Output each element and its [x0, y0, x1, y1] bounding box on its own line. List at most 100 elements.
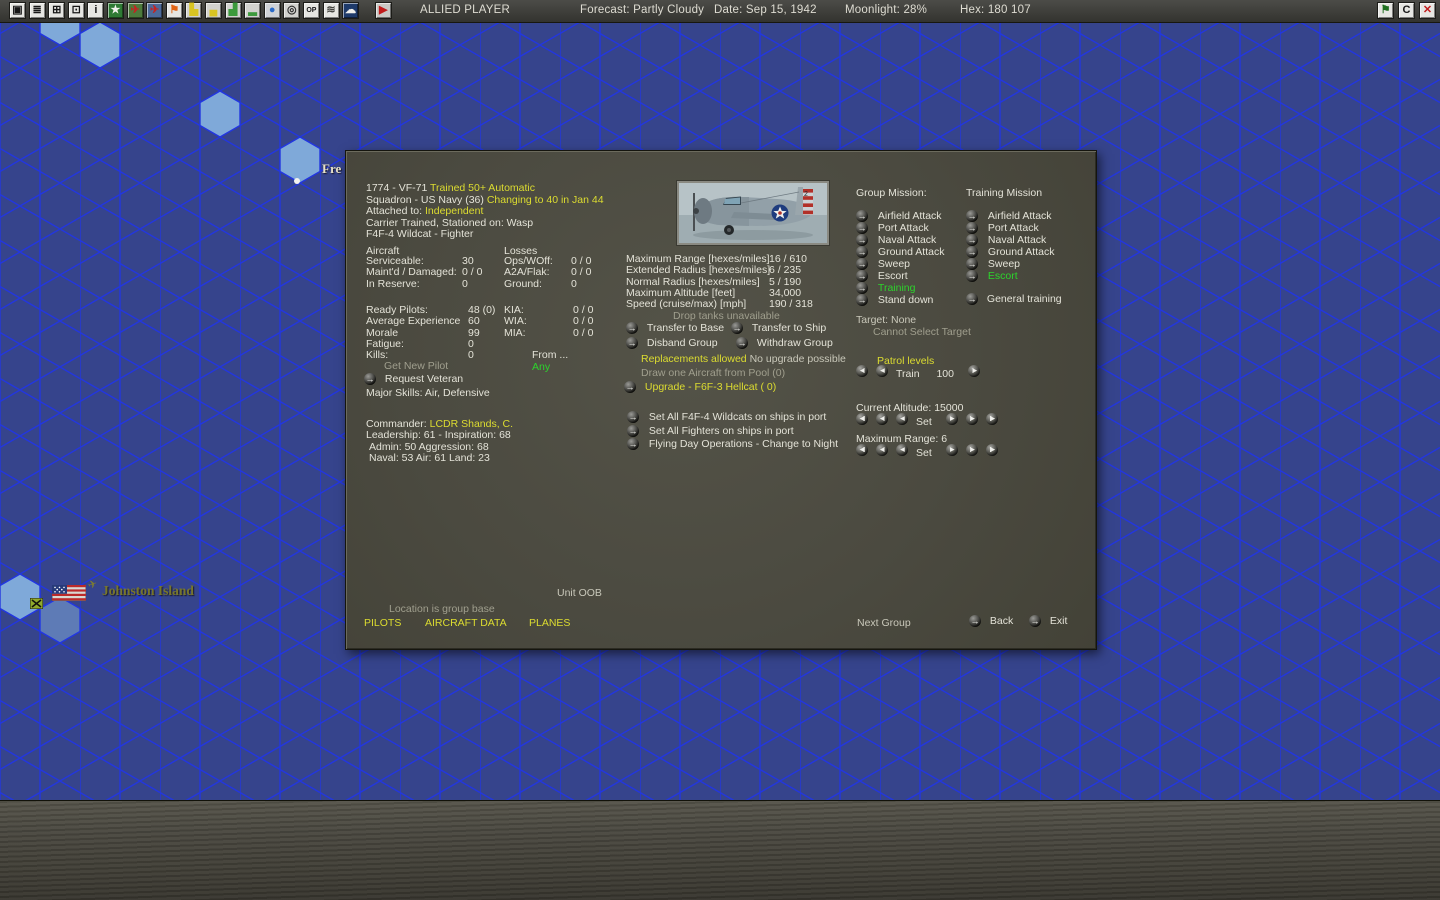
arrow-icon[interactable]: → — [856, 282, 868, 294]
group-mission-airfield-attack-label[interactable]: Airfield Attack — [878, 210, 942, 222]
arrow-icon[interactable]: → — [966, 222, 978, 234]
arrow-icon[interactable]: → — [627, 411, 639, 423]
exit-button[interactable]: → Exit — [1029, 615, 1067, 627]
group-mission-training[interactable]: → Training — [856, 282, 944, 294]
arrow-icon[interactable]: → — [966, 270, 978, 282]
action-set-all-fighters-on-ships-in-port[interactable]: → Set All Fighters on ships in port — [627, 424, 838, 439]
arrow-icon[interactable]: → — [966, 293, 978, 305]
transfer-to-base-label[interactable]: Transfer to Base — [647, 322, 724, 334]
submarine-icon[interactable]: ▄ — [204, 2, 222, 19]
signal-flag-icon[interactable]: ⚑ — [1377, 2, 1394, 19]
arrow-icon[interactable]: → — [966, 258, 978, 270]
training-mission-naval-attack[interactable]: → Naval Attack — [966, 234, 1054, 246]
back-label[interactable]: Back — [990, 615, 1013, 627]
group-mission-sweep[interactable]: → Sweep — [856, 258, 944, 270]
group-mission-naval-attack[interactable]: → Naval Attack — [856, 234, 944, 246]
group-mission-port-attack[interactable]: → Port Attack — [856, 222, 944, 234]
altitude-decrease-button[interactable]: ◀ — [896, 413, 908, 425]
arrow-icon[interactable]: → — [966, 246, 978, 258]
withdraw-group-button[interactable]: → Withdraw Group — [736, 337, 833, 349]
general-training-button[interactable]: → General training — [966, 293, 1062, 305]
group-mission-ground-attack-label[interactable]: Ground Attack — [878, 246, 945, 258]
tab-aircraft-data[interactable]: AIRCRAFT DATA — [425, 617, 507, 629]
world-zoom-icon[interactable]: ◎ — [283, 2, 301, 19]
training-mission-port-attack-label[interactable]: Port Attack — [988, 222, 1039, 234]
training-mission-sweep-label[interactable]: Sweep — [988, 258, 1020, 270]
action-label[interactable]: Flying Day Operations - Change to Night — [649, 438, 838, 450]
arrow-icon[interactable]: → — [966, 234, 978, 246]
zoom-in-icon[interactable]: ⊞ — [48, 2, 66, 19]
end-turn-icon[interactable]: ▶ — [374, 2, 392, 19]
quit-icon[interactable]: ✕ — [1419, 2, 1436, 19]
general-training-label[interactable]: General training — [987, 293, 1062, 305]
action-flying-day-operations-change-to-night[interactable]: → Flying Day Operations - Change to Nigh… — [627, 438, 838, 452]
commander-name[interactable]: LCDR Shands, C. — [430, 418, 513, 430]
action-label[interactable]: Set All Fighters on ships in port — [649, 425, 794, 437]
group-mission-ground-attack[interactable]: → Ground Attack — [856, 246, 944, 258]
info-icon[interactable]: i — [87, 2, 105, 19]
garrison-marker-icon[interactable] — [30, 598, 43, 609]
arrow-icon[interactable]: → — [627, 424, 639, 437]
zoom-out-icon[interactable]: ⊡ — [67, 2, 85, 19]
altitude-increase-button[interactable]: ▶ — [945, 413, 958, 425]
arrow-icon[interactable]: → — [626, 337, 638, 349]
air-hq-icon[interactable]: ✈ — [146, 2, 164, 19]
group-mission-stand-down-label[interactable]: Stand down — [878, 294, 933, 306]
save-icon[interactable]: ▣ — [9, 2, 26, 19]
replacements-toggle[interactable]: Replacements allowed — [641, 353, 747, 365]
disband-group-label[interactable]: Disband Group — [647, 337, 718, 349]
group-mission-port-attack-label[interactable]: Port Attack — [878, 222, 929, 234]
patrol-increase-button[interactable]: |▶ — [968, 365, 980, 377]
from-pool-value[interactable]: Any — [532, 361, 550, 373]
range-decrease-button[interactable]: ◀| — [876, 444, 888, 456]
group-mission-sweep-label[interactable]: Sweep — [878, 258, 910, 270]
transfer-to-base-button[interactable]: → Transfer to Base — [626, 322, 724, 334]
globe-icon[interactable]: ● — [263, 2, 281, 19]
patrol-decrease-button[interactable]: ◀| — [856, 365, 868, 377]
group-mission-escort[interactable]: → Escort — [856, 270, 944, 282]
patrol-decrease-button[interactable]: ◀ — [876, 365, 888, 377]
training-mission-ground-attack[interactable]: → Ground Attack — [966, 246, 1054, 258]
arrow-icon[interactable]: → — [856, 258, 868, 270]
ground-unit-icon[interactable]: ▂ — [244, 2, 262, 19]
trained-status[interactable]: Trained 50+ Automatic — [430, 182, 535, 194]
request-veteran-row[interactable]: → Request Veteran — [364, 373, 463, 385]
group-mission-training-label[interactable]: Training — [878, 282, 916, 294]
upgrade-label[interactable]: Upgrade - F6F-3 Hellcat ( 0) — [645, 381, 776, 393]
arrow-icon[interactable]: → — [856, 210, 868, 222]
group-mission-escort-label[interactable]: Escort — [878, 270, 908, 282]
back-button[interactable]: → Back — [969, 615, 1013, 627]
get-new-pilot-button[interactable]: Get New Pilot — [384, 360, 448, 372]
training-mission-naval-attack-label[interactable]: Naval Attack — [988, 234, 1046, 246]
arrow-icon[interactable]: → — [364, 373, 376, 385]
transfer-to-ship-label[interactable]: Transfer to Ship — [752, 322, 826, 334]
altitude-increase-button[interactable]: |▶ — [965, 413, 978, 425]
range-decrease-button[interactable]: ◀ — [896, 444, 908, 456]
action-set-all-f4f-4-wildcats-on-ships-in-port[interactable]: → Set All F4F-4 Wildcats on ships in por… — [627, 411, 838, 425]
range-decrease-button[interactable]: ◀|| — [856, 444, 868, 456]
training-mission-port-attack[interactable]: → Port Attack — [966, 222, 1054, 234]
star-icon[interactable]: ★ — [106, 2, 124, 19]
altitude-decrease-button[interactable]: ◀|| — [856, 413, 868, 425]
training-mission-escort[interactable]: → Escort — [966, 270, 1054, 282]
exit-label[interactable]: Exit — [1050, 615, 1068, 627]
report-icon[interactable]: ≣ — [28, 2, 46, 19]
weather-lines-icon[interactable]: ≋ — [322, 2, 340, 19]
upgrade-button[interactable]: → Upgrade - F6F-3 Hellcat ( 0) — [624, 381, 776, 393]
tab-planes[interactable]: PLANES — [529, 617, 570, 629]
draw-pool-button[interactable]: Draw one Aircraft from Pool (0) — [641, 367, 785, 379]
naval-icon[interactable]: ▙ — [185, 2, 203, 19]
arrow-icon[interactable]: → — [856, 294, 868, 306]
disband-group-button[interactable]: → Disband Group — [626, 337, 718, 349]
op-mode-icon[interactable]: OP — [302, 2, 320, 19]
tab-pilots[interactable]: PILOTS — [364, 617, 401, 629]
action-label[interactable]: Set All F4F-4 Wildcats on ships in port — [649, 411, 826, 423]
training-mission-escort-label[interactable]: Escort — [988, 270, 1018, 282]
air-combat-icon[interactable]: ✈ — [126, 2, 144, 19]
terrain-icon[interactable]: ▟ — [224, 2, 242, 19]
attached-hq[interactable]: Independent — [425, 205, 483, 217]
request-veteran-label[interactable]: Request Veteran — [385, 373, 463, 385]
withdraw-group-label[interactable]: Withdraw Group — [757, 337, 833, 349]
arrow-icon[interactable]: → — [626, 322, 638, 334]
cloud-icon[interactable]: ☁ — [342, 2, 360, 19]
